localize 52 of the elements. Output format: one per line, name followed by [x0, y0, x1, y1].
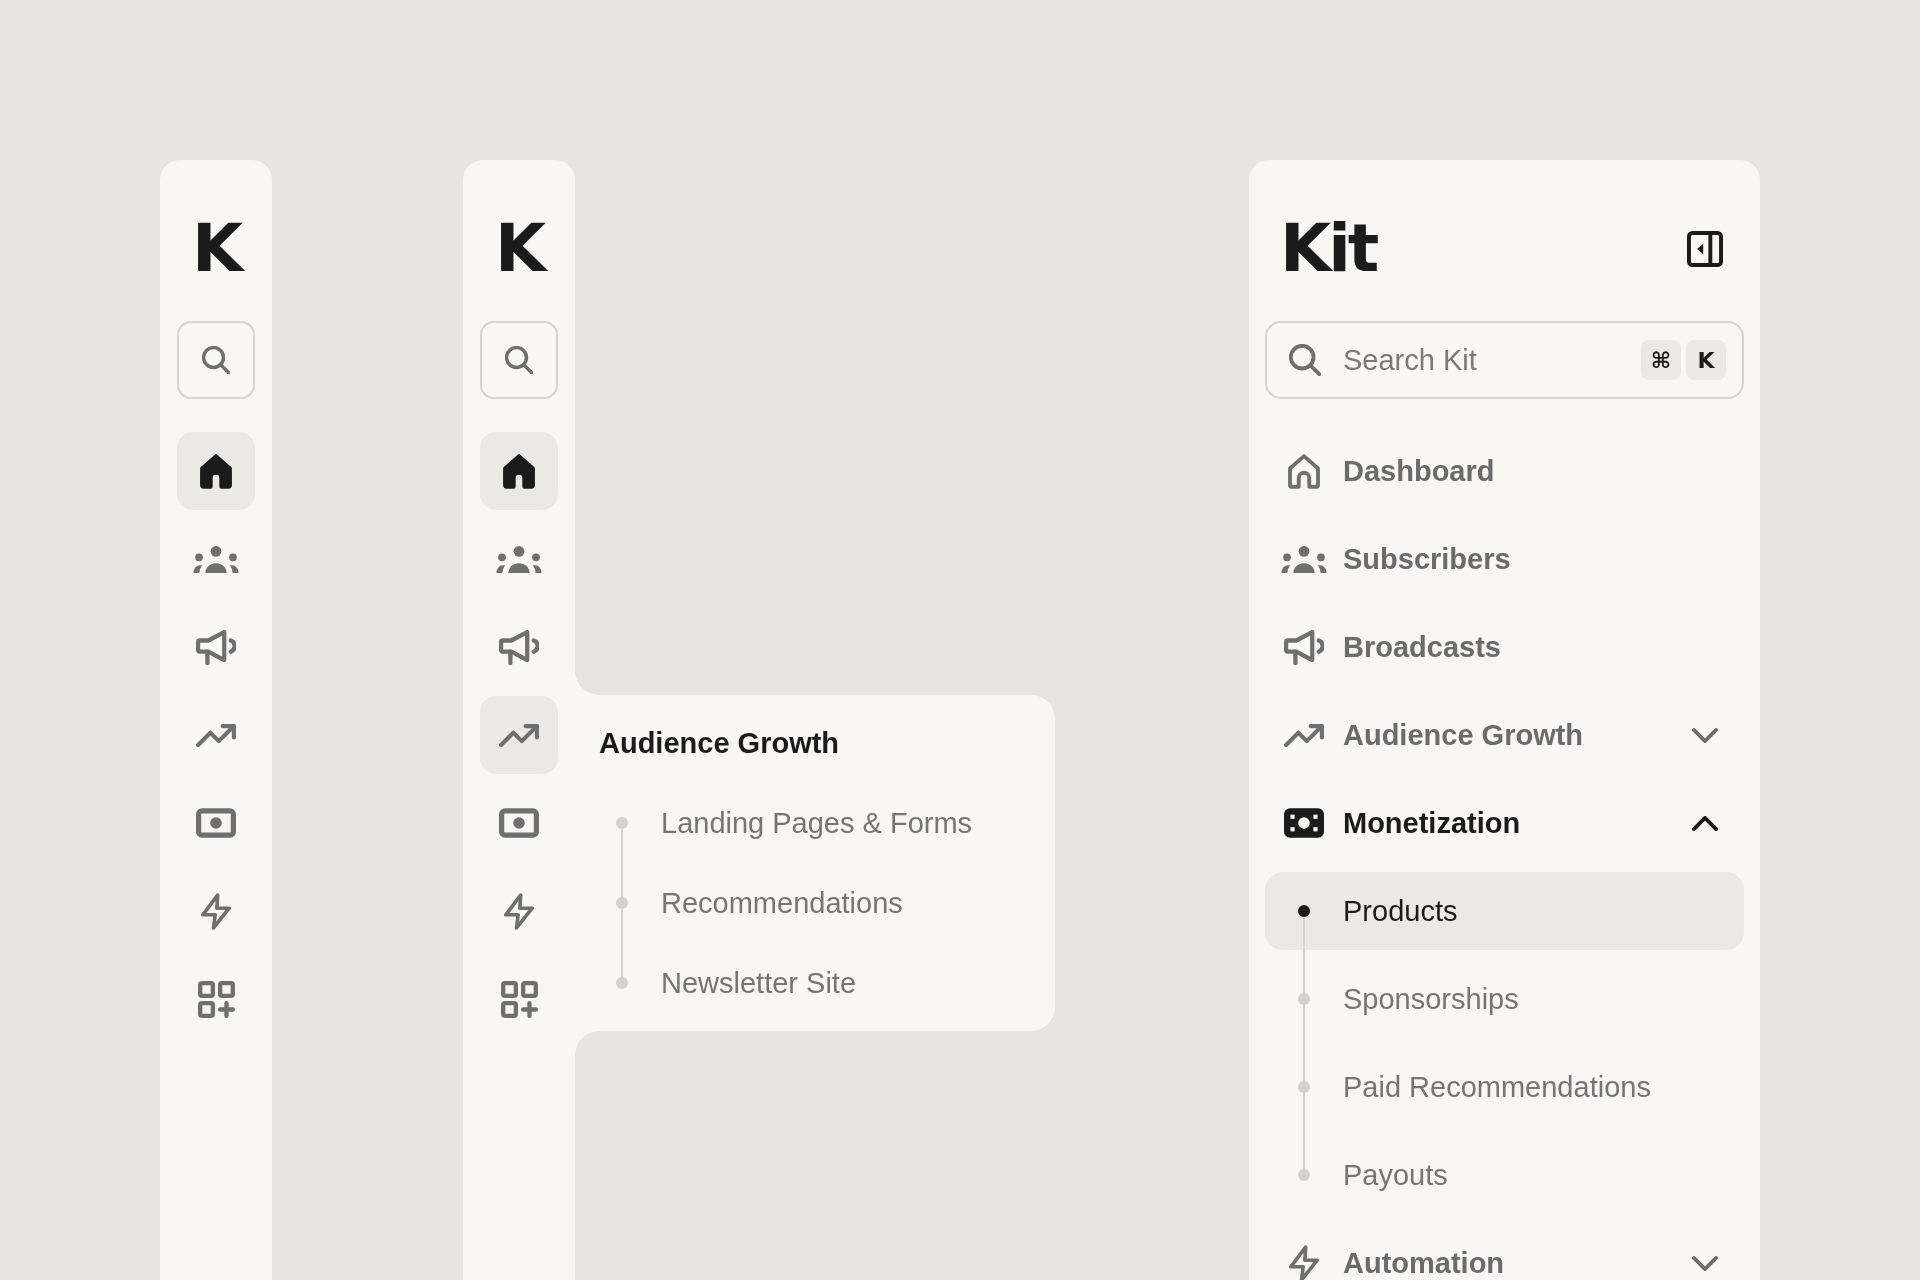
people-icon: [193, 545, 239, 573]
people-icon: [496, 545, 542, 573]
megaphone-icon: [499, 629, 539, 665]
search-field[interactable]: Search Kit ⌘ K: [1265, 321, 1744, 399]
trend-up-icon: [196, 723, 236, 747]
logo: Kit: [1280, 216, 1377, 282]
house-icon: [200, 453, 232, 489]
lightning-bolt-icon: [504, 892, 534, 930]
nav-item[interactable]: Subscribers: [1265, 520, 1744, 598]
flyout-item[interactable]: Recommendations: [583, 863, 1039, 943]
nav-subitem[interactable]: Payouts: [1265, 1136, 1744, 1214]
shortcut-key: ⌘: [1641, 340, 1681, 380]
grid-plus-icon: [500, 980, 538, 1018]
trend-up-icon: [499, 723, 539, 747]
collapse-sidebar-button[interactable]: [1685, 229, 1725, 269]
search-icon: [1289, 344, 1321, 376]
nav-item[interactable]: Dashboard: [1265, 432, 1744, 510]
people-icon: [1281, 545, 1327, 573]
search-button[interactable]: [480, 321, 558, 399]
lightning-bolt-icon: [1289, 1244, 1319, 1280]
house-icon: [1288, 453, 1320, 489]
banknote-icon: [196, 808, 236, 838]
bullet-icon: [1298, 905, 1310, 917]
nav-subitem[interactable]: Sponsorships: [1265, 960, 1744, 1038]
search-icon: [505, 346, 533, 374]
banknote-icon: [1284, 808, 1324, 838]
nav-item[interactable]: Audience Growth: [1265, 696, 1744, 774]
nav-item[interactable]: Monetization: [1265, 784, 1744, 862]
nav-item[interactable]: Broadcasts: [1265, 608, 1744, 686]
nav-button[interactable]: [177, 432, 255, 510]
megaphone-icon: [196, 629, 236, 665]
search-icon: [202, 346, 230, 374]
nav-button[interactable]: [480, 432, 558, 510]
nav-subitem[interactable]: Paid Recommendations: [1265, 1048, 1744, 1126]
chevron-down-icon: [1692, 1255, 1718, 1271]
search-input[interactable]: Search Kit: [1343, 342, 1641, 378]
megaphone-icon: [1284, 629, 1324, 665]
house-icon: [503, 453, 535, 489]
flyout-item[interactable]: Landing Pages & Forms: [583, 783, 1039, 863]
nav-subitem[interactable]: Products: [1265, 872, 1744, 950]
lightning-bolt-icon: [201, 892, 231, 930]
banknote-icon: [499, 808, 539, 838]
sidebar-panel-icon: [1687, 231, 1723, 267]
shortcut-key: K: [1686, 340, 1726, 380]
flyout-item[interactable]: Newsletter Site: [583, 943, 1039, 1023]
flyout-title: Audience Growth: [599, 725, 840, 761]
nav-item[interactable]: Automation: [1265, 1224, 1744, 1280]
grid-plus-icon: [197, 980, 235, 1018]
search-button[interactable]: [177, 321, 255, 399]
trend-up-icon: [1284, 723, 1324, 747]
chevron-up-icon: [1692, 815, 1718, 831]
chevron-down-icon: [1692, 727, 1718, 743]
